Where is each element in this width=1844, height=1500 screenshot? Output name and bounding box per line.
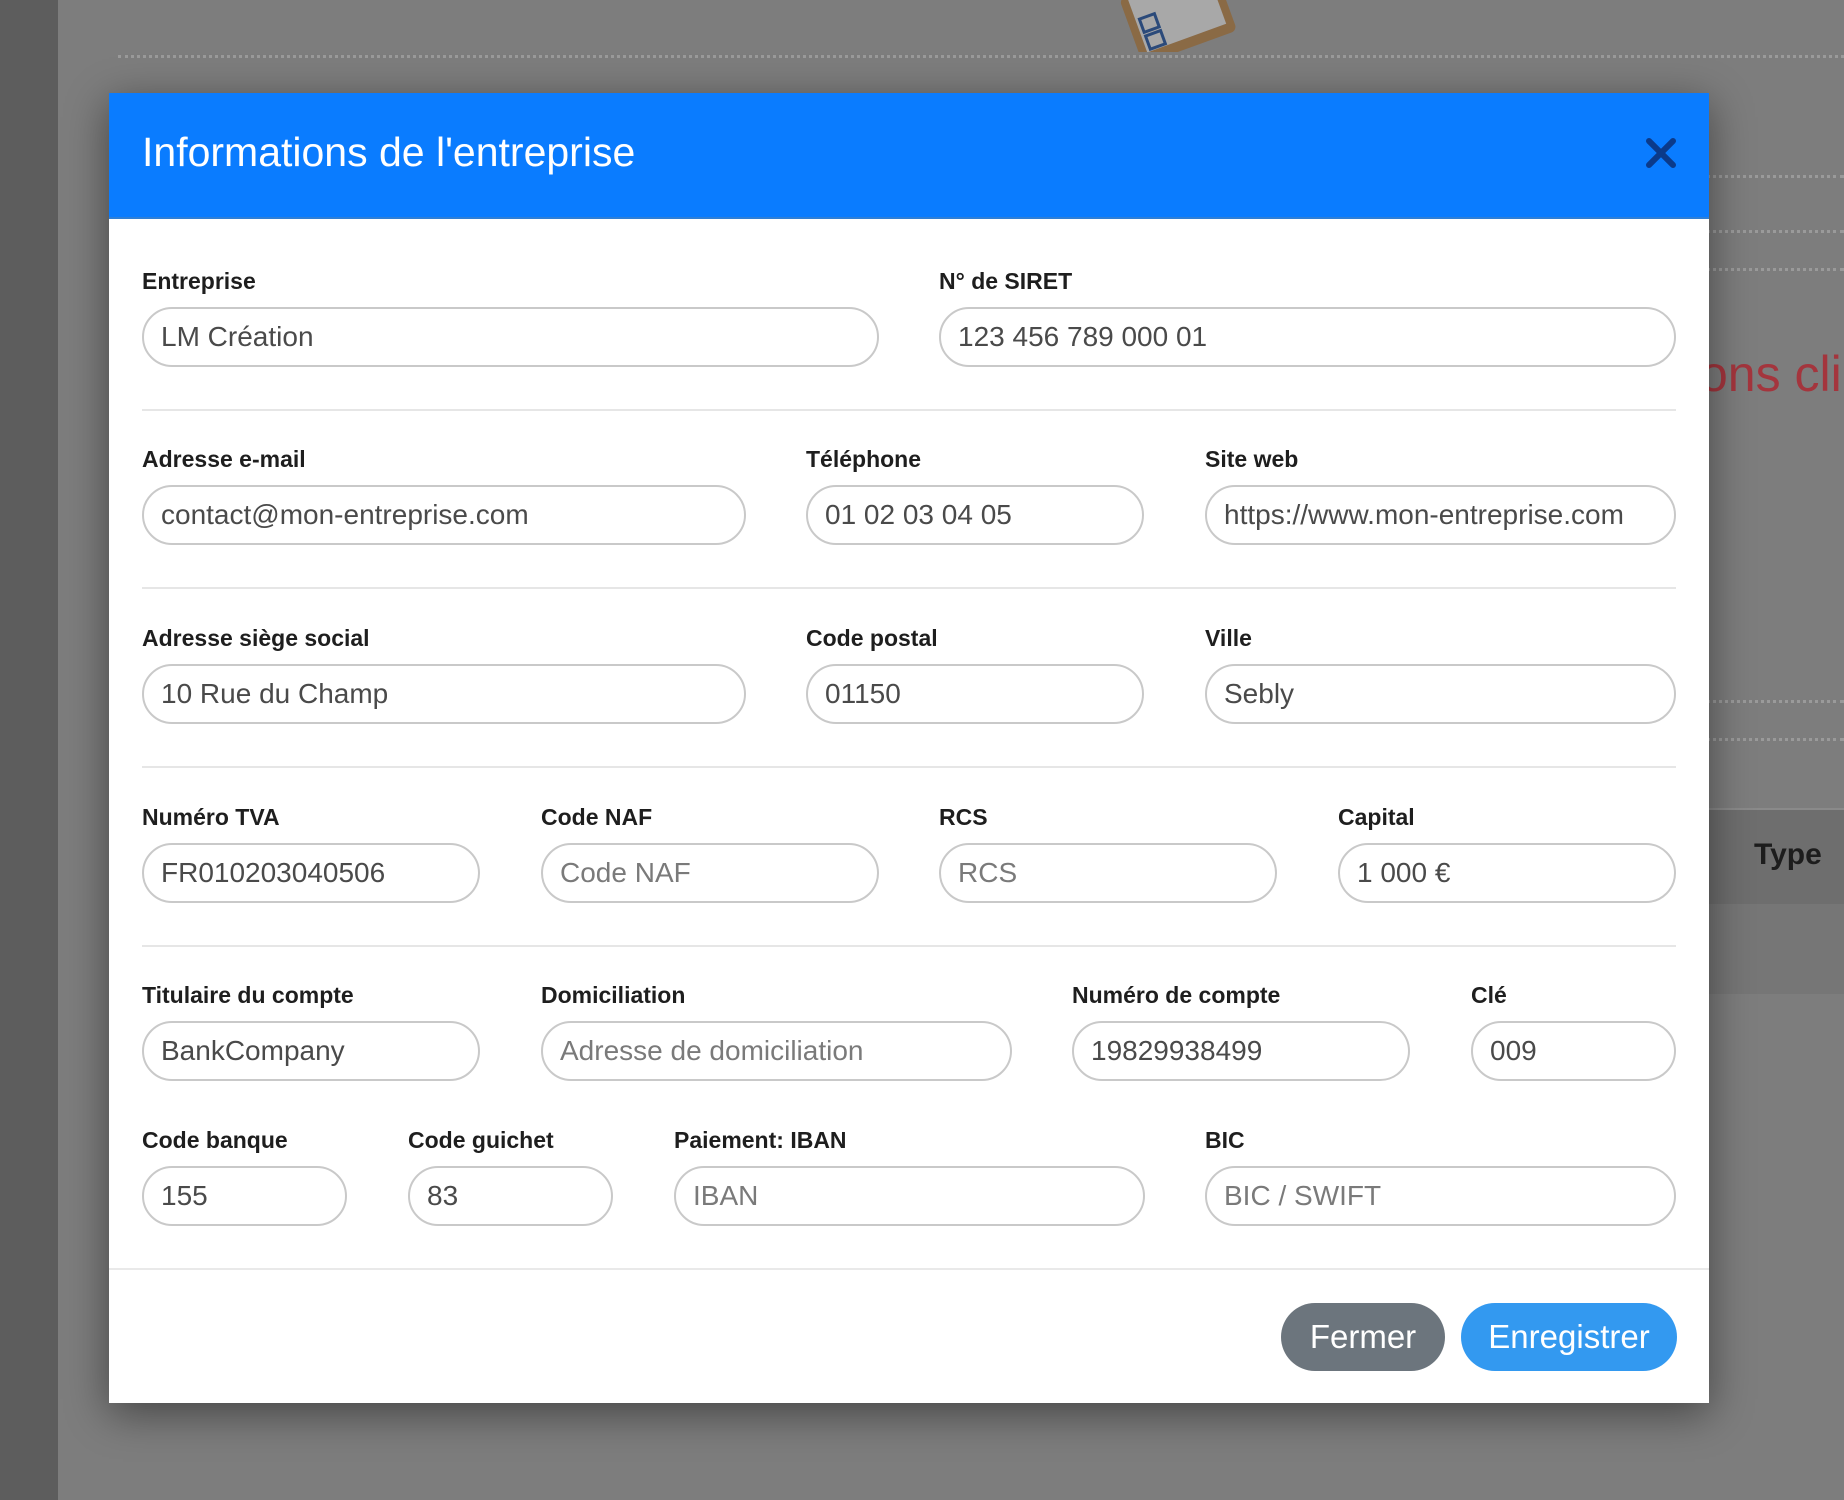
code-postal-label: Code postal [806, 625, 938, 651]
numero-compte-input[interactable] [1072, 1021, 1410, 1081]
adresse-input[interactable] [142, 664, 746, 724]
titulaire-input[interactable] [142, 1021, 480, 1081]
code-guichet-input[interactable] [408, 1166, 613, 1226]
email-input[interactable] [142, 485, 746, 545]
ville-input[interactable] [1205, 664, 1676, 724]
background-sidebar [0, 0, 58, 1500]
site-web-input[interactable] [1205, 485, 1676, 545]
naf-input[interactable] [541, 843, 879, 903]
modal-header: Informations de l'entreprise [109, 93, 1709, 219]
bic-input[interactable] [1205, 1166, 1676, 1226]
numero-compte-label: Numéro de compte [1072, 982, 1281, 1008]
footer-divider [109, 1268, 1709, 1270]
tva-input[interactable] [142, 843, 480, 903]
background-heading: ons cli [1700, 346, 1842, 402]
close-button[interactable]: Fermer [1281, 1303, 1445, 1371]
tva-label: Numéro TVA [142, 804, 280, 830]
company-info-modal: Informations de l'entreprise Entreprise … [109, 93, 1709, 1403]
row-divider [142, 409, 1676, 411]
entreprise-input[interactable] [142, 307, 879, 367]
background-divider [118, 55, 1844, 58]
naf-label: Code NAF [541, 804, 653, 830]
site-web-label: Site web [1205, 446, 1299, 472]
cle-input[interactable] [1471, 1021, 1676, 1081]
iban-input[interactable] [674, 1166, 1145, 1226]
adresse-label: Adresse siège social [142, 625, 370, 651]
code-banque-input[interactable] [142, 1166, 347, 1226]
code-guichet-label: Code guichet [408, 1127, 554, 1153]
background-divider [1700, 268, 1844, 271]
ville-label: Ville [1205, 625, 1252, 651]
clipboard-icon [1120, 0, 1236, 52]
telephone-input[interactable] [806, 485, 1144, 545]
row-divider [142, 945, 1676, 947]
domiciliation-label: Domiciliation [541, 982, 686, 1008]
background-table-type-header: Type [1754, 838, 1822, 871]
modal-title: Informations de l'entreprise [142, 129, 636, 175]
email-label: Adresse e-mail [142, 446, 306, 472]
background-table-row [1690, 904, 1844, 994]
titulaire-label: Titulaire du compte [142, 982, 354, 1008]
rcs-label: RCS [939, 804, 988, 830]
rcs-input[interactable] [939, 843, 1277, 903]
siret-label: N° de SIRET [939, 268, 1073, 294]
cle-label: Clé [1471, 982, 1507, 1008]
bic-label: BIC [1205, 1127, 1245, 1153]
row-divider [142, 766, 1676, 768]
close-x-icon[interactable] [1641, 133, 1681, 173]
save-button[interactable]: Enregistrer [1461, 1303, 1677, 1371]
background-divider [1700, 175, 1844, 178]
background-divider [1700, 700, 1844, 703]
background-divider [1700, 738, 1844, 741]
iban-label: Paiement: IBAN [674, 1127, 847, 1153]
domiciliation-input[interactable] [541, 1021, 1012, 1081]
capital-label: Capital [1338, 804, 1415, 830]
capital-input[interactable] [1338, 843, 1676, 903]
telephone-label: Téléphone [806, 446, 922, 472]
entreprise-label: Entreprise [142, 268, 256, 294]
background-divider [1700, 230, 1844, 233]
siret-input[interactable] [939, 307, 1676, 367]
row-divider [142, 587, 1676, 589]
code-banque-label: Code banque [142, 1127, 288, 1153]
code-postal-input[interactable] [806, 664, 1144, 724]
